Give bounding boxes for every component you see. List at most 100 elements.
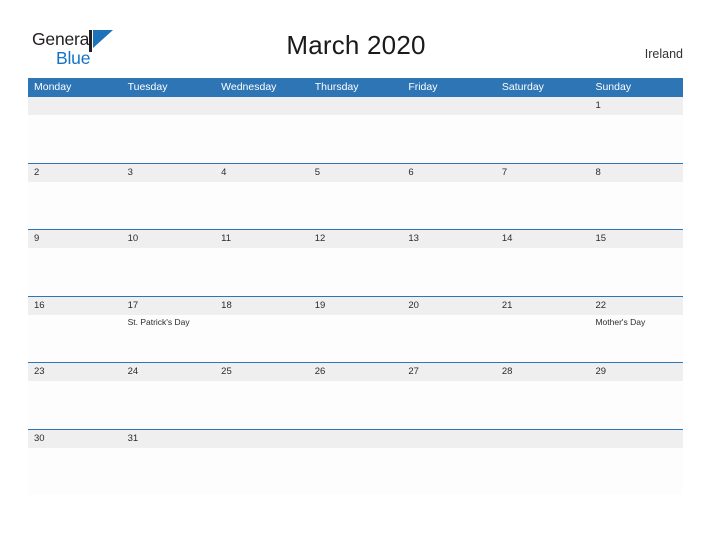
event-cell[interactable]: St. Patrick's Day [122, 315, 216, 363]
day-number: 14 [501, 233, 513, 244]
day-cell[interactable]: 30 [28, 430, 122, 448]
day-cell[interactable]: 20 [402, 297, 496, 315]
day-cell[interactable] [402, 97, 496, 115]
day-number: 18 [221, 299, 232, 311]
event-cell[interactable] [309, 381, 403, 429]
day-number: 15 [595, 233, 607, 244]
day-cell[interactable]: 31 [122, 430, 216, 448]
event-cell[interactable] [496, 248, 590, 296]
day-cell[interactable]: 21 [496, 297, 590, 315]
day-cell[interactable]: 7 [496, 164, 590, 182]
day-cell[interactable]: 23 [28, 363, 122, 381]
event-cell[interactable] [496, 182, 590, 230]
day-cell[interactable] [402, 430, 496, 448]
event-cell[interactable] [402, 448, 496, 496]
weekday-header-row: Monday Tuesday Wednesday Thursday Friday… [28, 78, 683, 96]
event-cell[interactable] [28, 315, 122, 363]
event-cell[interactable] [122, 381, 216, 429]
week-events-strip [28, 448, 683, 496]
day-cell[interactable]: 8 [589, 164, 683, 182]
day-cell[interactable] [28, 97, 122, 115]
event-cell[interactable]: Mother's Day [589, 315, 683, 363]
event-cell[interactable] [589, 448, 683, 496]
week-day-number-band: 2 3 4 5 6 7 8 [28, 163, 683, 182]
event-cell[interactable] [215, 315, 309, 363]
day-number: 27 [408, 366, 419, 377]
day-cell[interactable]: 5 [309, 164, 403, 182]
day-number: 24 [127, 366, 139, 377]
day-cell[interactable] [122, 97, 216, 115]
event-cell[interactable] [215, 248, 309, 296]
event-cell[interactable] [496, 448, 590, 496]
day-cell[interactable]: 13 [402, 230, 496, 248]
day-cell[interactable] [215, 430, 309, 448]
day-number: 28 [501, 366, 513, 377]
day-cell[interactable] [496, 430, 590, 448]
event-cell[interactable] [589, 182, 683, 230]
day-cell[interactable]: 10 [122, 230, 216, 248]
event-cell[interactable] [589, 115, 683, 163]
day-cell[interactable]: 29 [589, 363, 683, 381]
day-number: 20 [408, 299, 419, 311]
day-cell[interactable]: 6 [402, 164, 496, 182]
event-cell[interactable] [122, 182, 216, 230]
day-cell[interactable]: 26 [309, 363, 403, 381]
event-cell[interactable] [215, 182, 309, 230]
event-cell[interactable] [496, 315, 590, 363]
event-cell[interactable] [589, 381, 683, 429]
event-cell[interactable] [496, 381, 590, 429]
day-cell[interactable]: 28 [496, 363, 590, 381]
day-cell[interactable]: 2 [28, 164, 122, 182]
day-number: 23 [34, 366, 45, 377]
day-cell[interactable]: 24 [122, 363, 216, 381]
event-cell[interactable] [402, 315, 496, 363]
day-cell[interactable]: 4 [215, 164, 309, 182]
event-cell[interactable] [309, 115, 403, 163]
event-cell[interactable] [215, 381, 309, 429]
day-cell[interactable]: 1 [589, 97, 683, 115]
weekday-header-thursday: Thursday [314, 81, 359, 93]
event-cell[interactable] [28, 381, 122, 429]
day-cell[interactable]: 14 [496, 230, 590, 248]
day-number: 22 [595, 299, 607, 311]
day-cell[interactable]: 15 [589, 230, 683, 248]
day-cell[interactable]: 25 [215, 363, 309, 381]
event-cell[interactable] [215, 448, 309, 496]
event-cell[interactable] [309, 315, 403, 363]
week-day-number-band: 23 24 25 26 27 28 29 [28, 363, 683, 381]
event-cell[interactable] [589, 248, 683, 296]
day-cell[interactable] [309, 97, 403, 115]
event-cell[interactable] [28, 248, 122, 296]
event-label: Mother's Day [595, 316, 646, 327]
event-cell[interactable] [28, 182, 122, 230]
event-cell[interactable] [122, 248, 216, 296]
day-cell[interactable]: 19 [309, 297, 403, 315]
event-cell[interactable] [402, 115, 496, 163]
day-cell[interactable]: 22 [589, 297, 683, 315]
weekday-header-sunday: Sunday [595, 81, 632, 93]
day-cell[interactable]: 27 [402, 363, 496, 381]
event-cell[interactable] [122, 448, 216, 496]
event-cell[interactable] [28, 115, 122, 163]
event-cell[interactable] [402, 248, 496, 296]
event-cell[interactable] [215, 115, 309, 163]
day-cell[interactable]: 3 [122, 164, 216, 182]
day-cell[interactable]: 16 [28, 297, 122, 315]
day-cell[interactable] [496, 97, 590, 115]
event-cell[interactable] [402, 381, 496, 429]
day-cell[interactable]: 11 [215, 230, 309, 248]
event-cell[interactable] [309, 248, 403, 296]
day-cell[interactable] [589, 430, 683, 448]
event-cell[interactable] [309, 448, 403, 496]
event-cell[interactable] [496, 115, 590, 163]
day-cell[interactable]: 17 [122, 297, 216, 315]
day-cell[interactable]: 9 [28, 230, 122, 248]
day-cell[interactable] [215, 97, 309, 115]
day-cell[interactable]: 18 [215, 297, 309, 315]
event-cell[interactable] [309, 182, 403, 230]
event-cell[interactable] [402, 182, 496, 230]
event-cell[interactable] [122, 115, 216, 163]
day-cell[interactable] [309, 430, 403, 448]
day-cell[interactable]: 12 [309, 230, 403, 248]
event-cell[interactable] [28, 448, 122, 496]
